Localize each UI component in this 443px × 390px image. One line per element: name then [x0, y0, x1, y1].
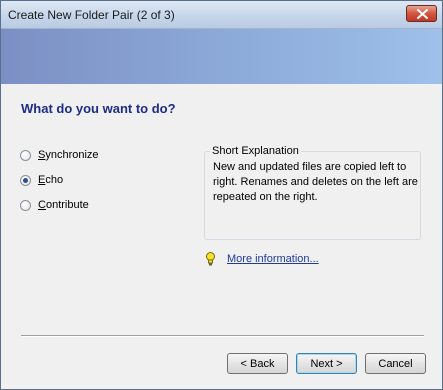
contribute-label: Contribute	[38, 199, 89, 211]
more-information-link[interactable]: More information...	[227, 253, 319, 265]
synchronize-label: Synchronize	[38, 149, 99, 161]
dialog-window: Create New Folder Pair (2 of 3) What do …	[0, 0, 443, 390]
lightbulb-icon	[205, 252, 216, 269]
synchronize-radio[interactable]	[20, 149, 31, 161]
title-bar[interactable]: Create New Folder Pair (2 of 3)	[1, 1, 442, 29]
explanation-text: New and updated files are copied left to…	[213, 161, 418, 203]
option-synchronize[interactable]: Synchronize	[20, 149, 99, 161]
footer-separator	[21, 335, 424, 337]
contribute-radio[interactable]	[20, 199, 31, 211]
close-icon	[417, 9, 428, 19]
window-title: Create New Folder Pair (2 of 3)	[8, 8, 175, 22]
echo-label: Echo	[38, 174, 64, 186]
echo-radio[interactable]	[20, 174, 31, 186]
cancel-button[interactable]: Cancel	[365, 353, 426, 374]
back-button[interactable]: < Back	[227, 353, 288, 374]
close-button[interactable]	[406, 5, 437, 22]
option-contribute[interactable]: Contribute	[20, 199, 89, 211]
option-echo[interactable]: Echo	[20, 174, 63, 186]
next-button[interactable]: Next >	[296, 353, 357, 374]
explanation-title: Short Explanation	[210, 145, 301, 157]
page-heading: What do you want to do?	[21, 101, 176, 116]
header-banner	[1, 29, 442, 84]
